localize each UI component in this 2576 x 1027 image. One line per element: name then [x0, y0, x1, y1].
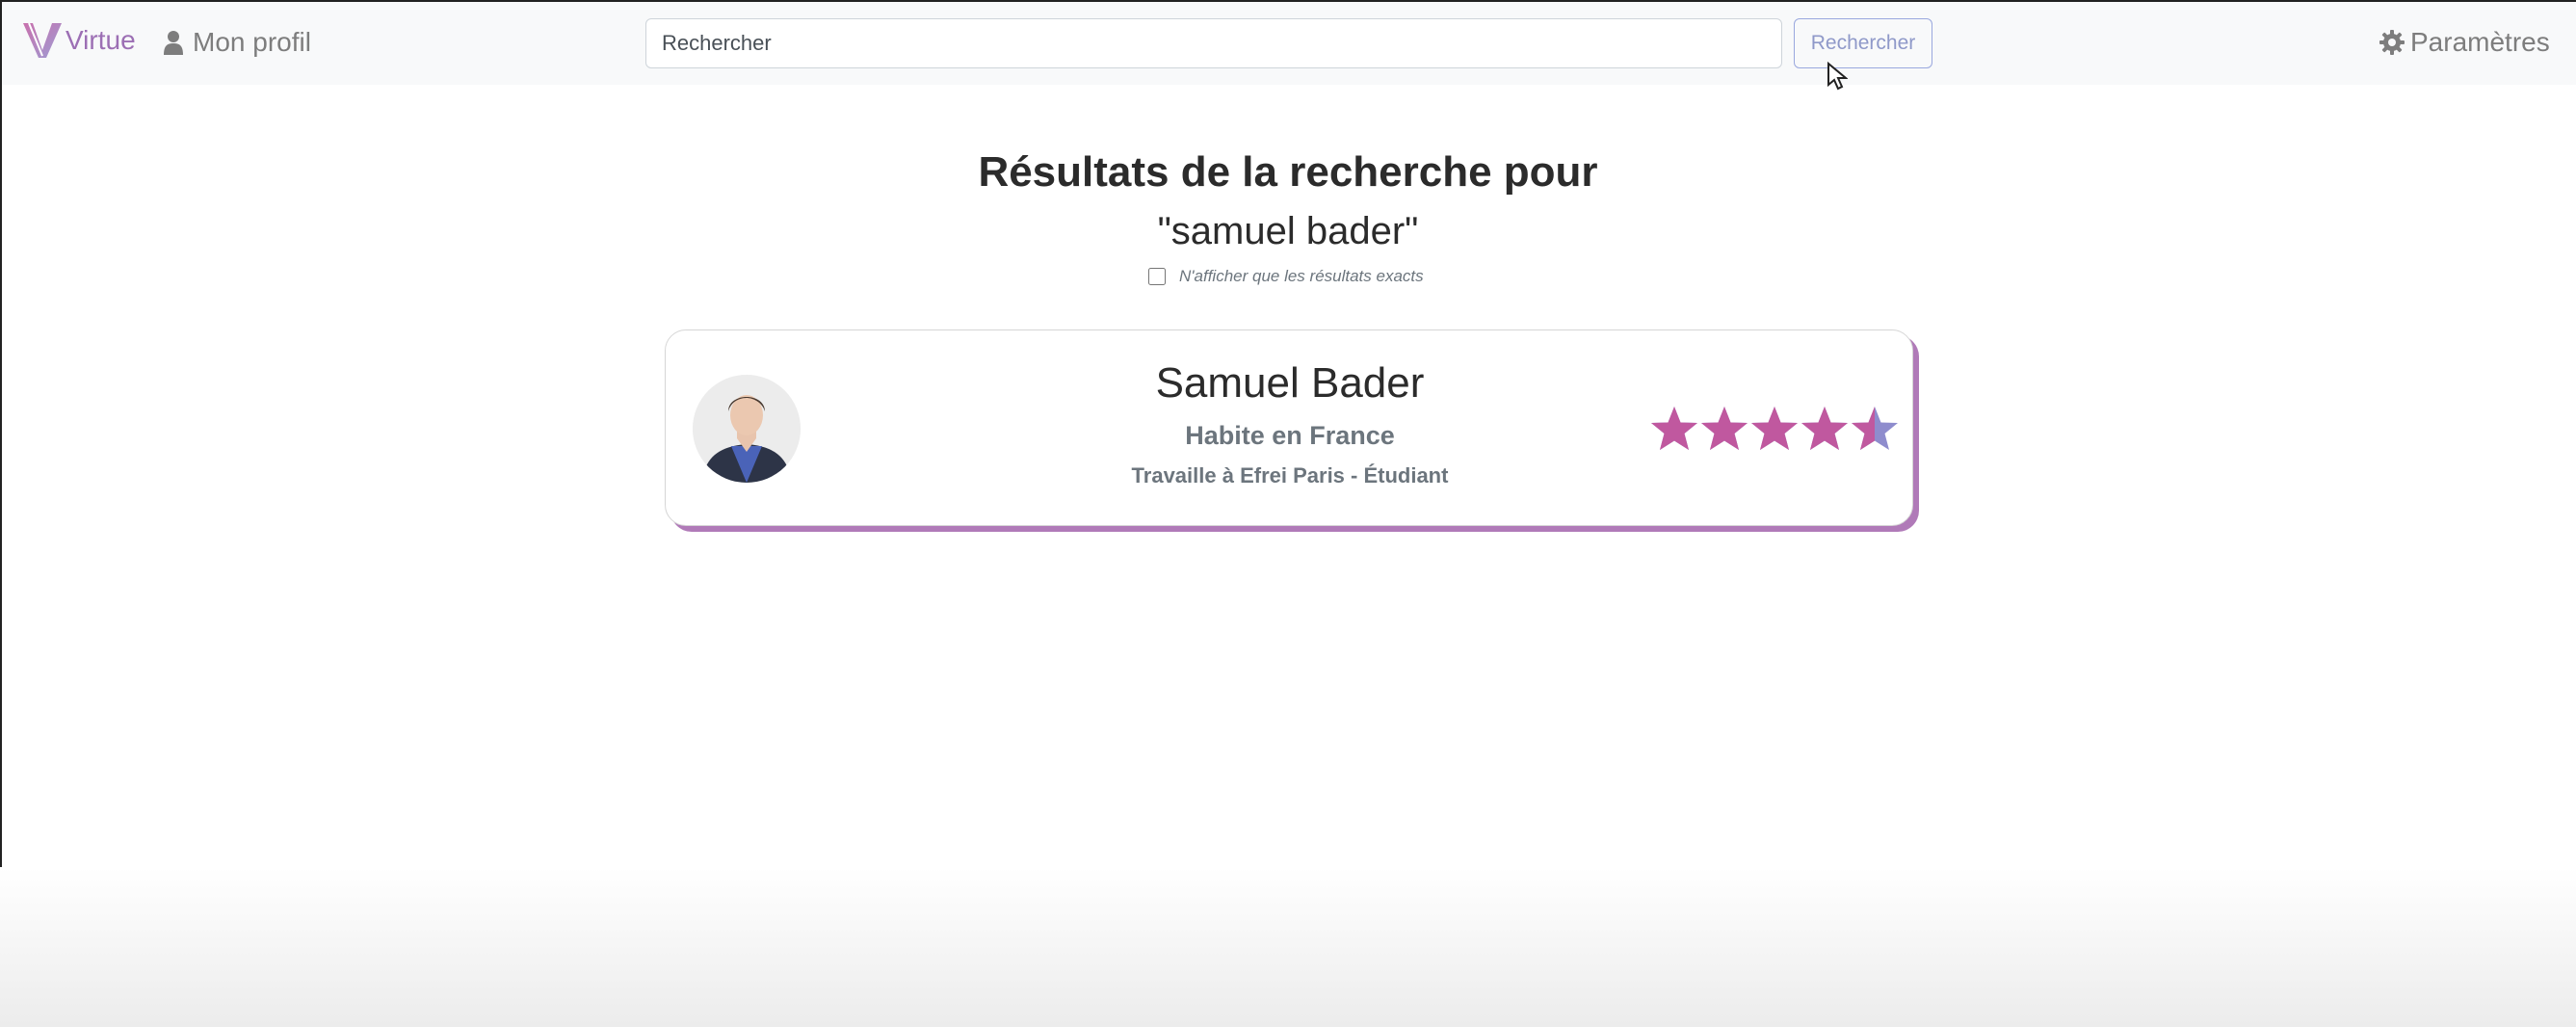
star-icon	[1801, 407, 1848, 450]
window-border-top	[0, 0, 2576, 2]
exact-results-option[interactable]: N'afficher que les résultats exacts	[1148, 267, 1424, 286]
exact-results-label: N'afficher que les résultats exacts	[1179, 267, 1424, 285]
search-input[interactable]	[645, 18, 1782, 68]
virtue-logo-icon	[23, 22, 62, 58]
star-icon	[1701, 407, 1748, 450]
search-query: "samuel bader"	[1157, 210, 1419, 252]
brand-name: Virtue	[66, 25, 136, 55]
result-card[interactable]: Samuel Bader Habite en France Travaille …	[665, 329, 1913, 526]
star-icon	[1751, 407, 1798, 450]
user-icon	[164, 31, 183, 55]
gear-icon	[2379, 30, 2405, 55]
nav-settings-label: Paramètres	[2410, 27, 2550, 57]
result-name: Samuel Bader	[1155, 359, 1425, 407]
exact-results-checkbox[interactable]	[1148, 268, 1166, 285]
search-button[interactable]: Rechercher	[1794, 18, 1932, 68]
star-rating	[1650, 404, 1901, 456]
mouse-cursor-icon	[1827, 62, 1848, 91]
result-work: Travaille à Efrei Paris - Étudiant	[1131, 463, 1449, 487]
star-icon	[1651, 407, 1697, 450]
nav-profile-link[interactable]: Mon profil	[164, 27, 311, 58]
star-icon	[1852, 407, 1898, 450]
brand-link[interactable]: Virtue	[21, 19, 136, 62]
nav-profile-label: Mon profil	[193, 27, 311, 57]
results-title: Résultats de la recherche pour	[978, 148, 1598, 196]
nav-settings-link[interactable]: Paramètres	[2379, 27, 2550, 58]
page-footer-fade	[0, 867, 2576, 1027]
navbar: Virtue Mon profil Rechercher Paramètres	[0, 0, 2576, 91]
